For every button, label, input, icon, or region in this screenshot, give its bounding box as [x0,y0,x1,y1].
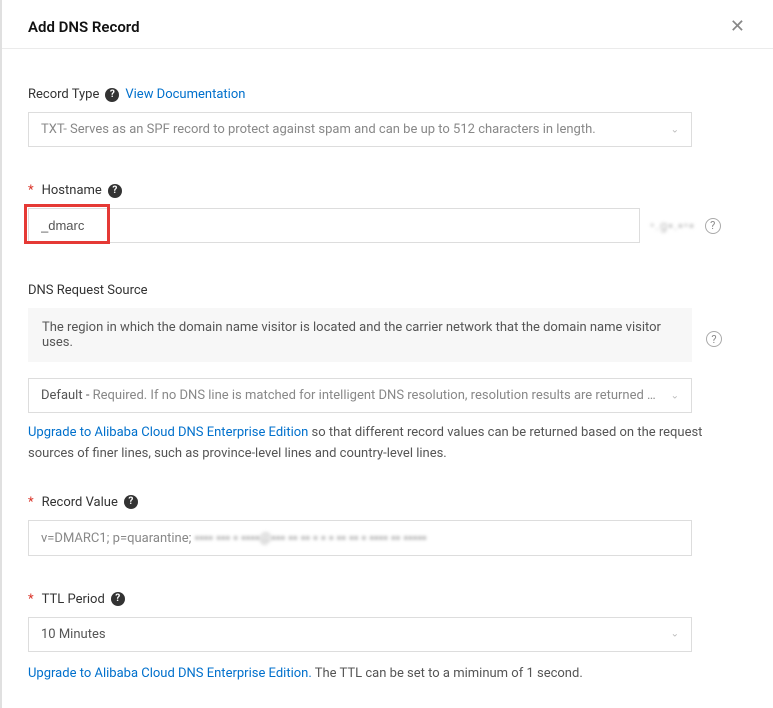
record-value-group: * Record Value ? v=DMARC1; p=quarantine;… [28,495,747,556]
modal-header: Add DNS Record ✕ [2,0,773,49]
required-indicator: * [28,495,34,510]
help-icon[interactable]: ? [124,495,138,509]
ttl-selected: 10 Minutes [41,627,106,642]
help-icon[interactable]: ? [111,592,125,606]
record-value-input[interactable]: v=DMARC1; p=quarantine; ▪▪▪▪ ▪▪▪ ▪ ▪▪▪▪@… [28,520,692,556]
help-icon[interactable]: ? [706,331,722,347]
dns-request-source-group: DNS Request Source The region in which t… [28,283,747,465]
ttl-select[interactable]: 10 Minutes ⌄ [28,617,692,652]
chevron-down-icon: ⌄ [671,629,679,640]
dns-request-source-info: The region in which the domain name visi… [28,308,692,362]
record-type-label: Record Type [28,87,99,102]
dns-request-source-label: DNS Request Source [28,283,148,298]
hostname-suffix: •.g▪.▪•▪ [650,218,695,234]
ttl-group: * TTL Period ? 10 Minutes ⌄ Upgrade to A… [28,592,747,685]
hostname-group: * Hostname ? •.g▪.▪•▪ ? [28,183,747,243]
dns-source-upgrade-text: Upgrade to Alibaba Cloud DNS Enterprise … [28,423,728,465]
required-indicator: * [28,183,34,198]
record-type-select[interactable]: TXT- Serves as an SPF record to protect … [28,112,692,147]
modal-title: Add DNS Record [28,18,140,36]
hostname-input[interactable] [28,208,640,243]
close-icon[interactable]: ✕ [730,18,745,36]
chevron-down-icon: ⌄ [671,124,679,135]
record-type-group: Record Type ? View Documentation TXT- Se… [28,87,747,147]
upgrade-link[interactable]: Upgrade to Alibaba Cloud DNS Enterprise … [28,425,308,440]
record-type-selected: TXT- Serves as an SPF record to protect … [41,122,596,137]
upgrade-description: The TTL can be set to a miminum of 1 sec… [312,666,583,681]
record-value-obscured: ▪▪▪▪ ▪▪▪ ▪ ▪▪▪▪@▪▪▪ ▪▪ ▪▪ ▪ ▪ ▪ ▪▪ ▪▪ ▪ … [195,531,427,546]
ttl-label: TTL Period [42,592,105,607]
dns-request-source-select[interactable]: Default - Required. If no DNS line is ma… [28,378,692,413]
help-icon[interactable]: ? [105,88,119,102]
chevron-down-icon: ⌄ [671,390,679,401]
view-documentation-link[interactable]: View Documentation [125,87,245,102]
required-indicator: * [28,592,34,607]
ttl-upgrade-text: Upgrade to Alibaba Cloud DNS Enterprise … [28,664,728,685]
help-icon[interactable]: ? [705,218,721,234]
help-icon[interactable]: ? [108,184,122,198]
record-value-label: Record Value [42,495,118,510]
upgrade-link[interactable]: Upgrade to Alibaba Cloud DNS Enterprise … [28,666,312,681]
record-value-visible: v=DMARC1; p=quarantine; [41,531,195,546]
dns-source-selected: Required. If no DNS line is matched for … [93,388,692,403]
dns-source-selected-prefix: Default - [41,388,93,403]
hostname-label: Hostname [42,183,102,198]
